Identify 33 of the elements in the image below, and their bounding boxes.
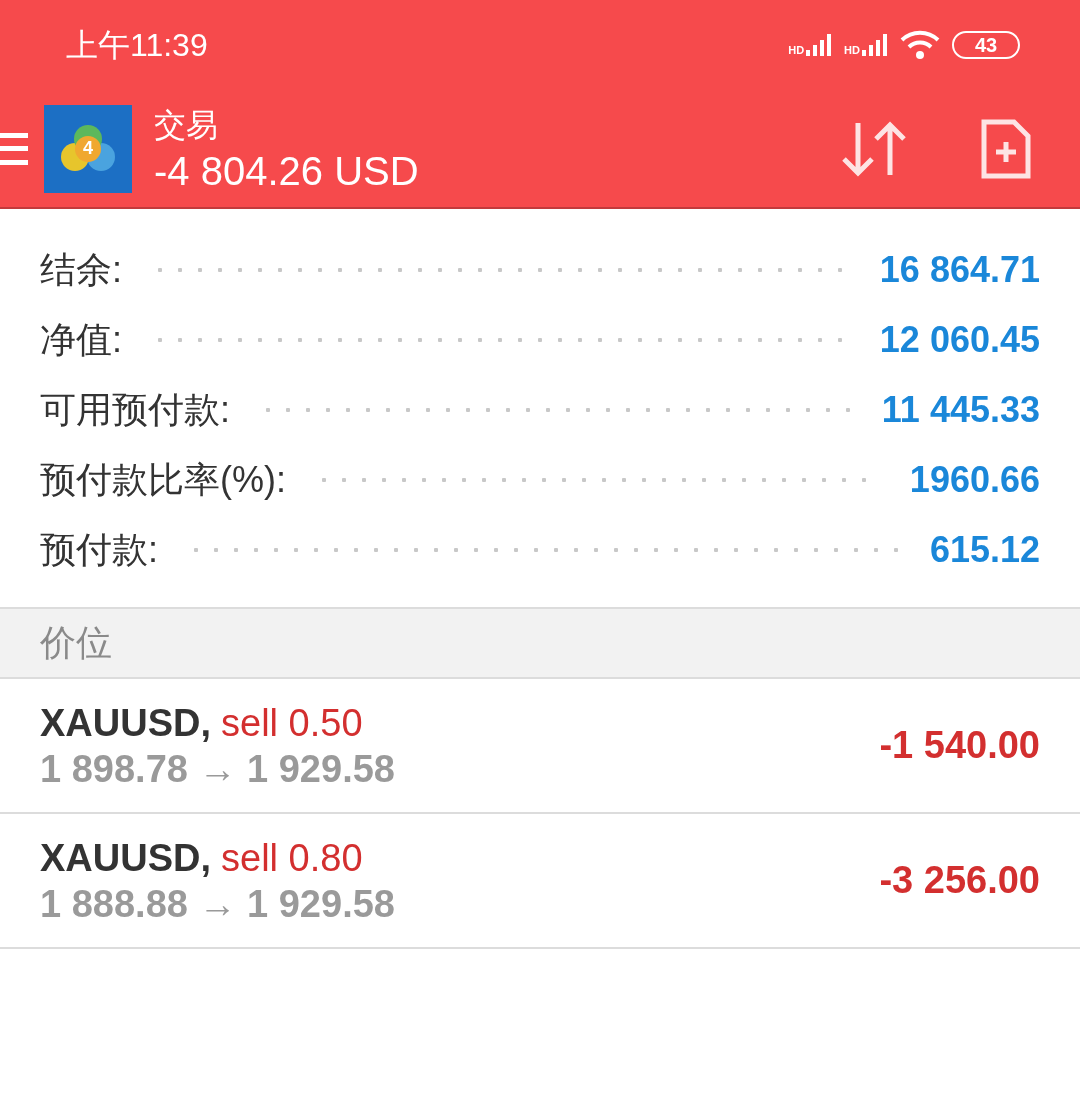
order-side: sell 0.50 [221, 700, 363, 746]
price-range: 1 898.78 → 1 929.58 [40, 746, 395, 792]
summary-value: 12 060.45 [879, 318, 1040, 362]
position-row[interactable]: XAUUSD, sell 0.80 1 888.88 → 1 929.58 -3 256.00 [0, 814, 1080, 949]
page-title: 交易 [154, 105, 219, 145]
order-side: sell 0.80 [221, 835, 363, 881]
symbol-text: XAUUSD, [40, 700, 212, 746]
summary-value: 11 445.33 [881, 388, 1040, 432]
file-plus-icon [980, 117, 1032, 180]
profit-value: -1 540.00 [879, 723, 1040, 768]
account-balance: -4 804.26 USD [154, 147, 419, 195]
hd-label: HD [788, 45, 805, 56]
summary-label: 可用预付款: [40, 388, 230, 432]
position-row[interactable]: XAUUSD, sell 0.50 1 898.78 → 1 929.58 -1 540.00 [0, 679, 1080, 814]
signal-icon [806, 34, 833, 56]
summary-value: 615.12 [929, 528, 1040, 572]
battery-indicator: 43 [952, 31, 1020, 59]
new-order-button[interactable] [980, 117, 1032, 180]
summary-label: 预付款: [40, 528, 158, 572]
summary-value: 1960.66 [909, 458, 1040, 502]
summary-label: 结余: [40, 248, 122, 292]
app-logo: 4 [44, 104, 132, 193]
summary-label: 净值: [40, 318, 122, 362]
symbol-text: XAUUSD, [40, 835, 212, 881]
section-header: 价位 [40, 621, 112, 665]
signal-icon [862, 34, 888, 56]
hd-label: HD [844, 45, 860, 56]
profit-value: -3 256.00 [879, 858, 1040, 903]
summary-label: 预付款比率(%): [40, 458, 286, 502]
wifi-icon [900, 30, 940, 60]
price-range: 1 888.88 → 1 929.58 [40, 881, 395, 927]
status-time: 上午11:39 [66, 26, 208, 65]
summary-value: 16 864.71 [879, 248, 1040, 292]
